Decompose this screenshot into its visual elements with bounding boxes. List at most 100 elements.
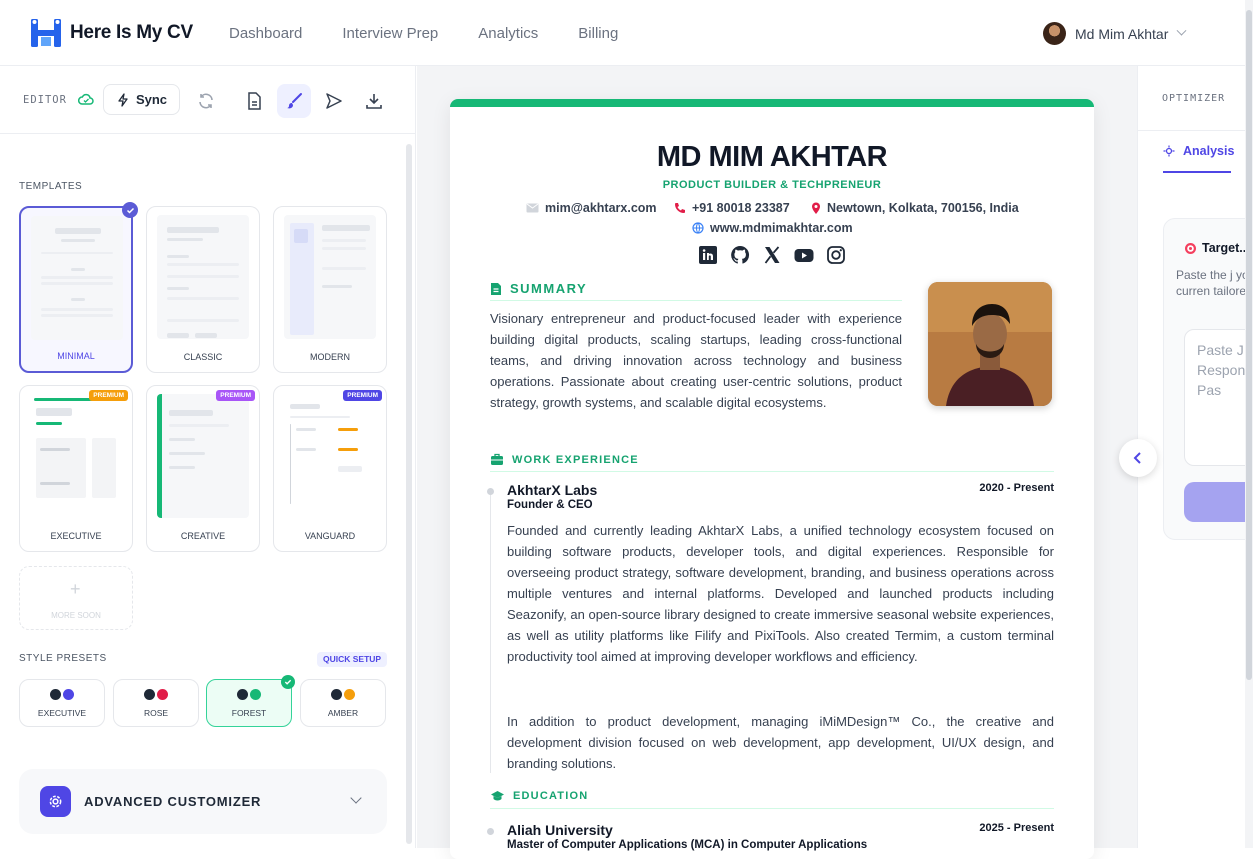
summary-text: Visionary entrepreneur and product-focus…	[490, 311, 902, 410]
quick-setup-button[interactable]: QUICK SETUP	[317, 652, 388, 667]
graduation-cap-icon	[491, 791, 504, 801]
chevron-left-icon	[1133, 452, 1141, 464]
job-role: Founder & CEO	[507, 499, 593, 511]
cv-title: PRODUCT BUILDER & TECHPRENEUR	[662, 179, 882, 191]
user-menu[interactable]: Md Mim Akhtar	[1043, 22, 1187, 45]
sparkle-icon	[1163, 145, 1175, 157]
cv-document: MD MIM AKHTAR PRODUCT BUILDER & TECHPREN…	[450, 99, 1094, 859]
analyze-button[interactable]	[1184, 482, 1245, 522]
premium-badge: PREMIUM	[343, 390, 382, 401]
send-button[interactable]	[317, 84, 351, 118]
tab-analysis-label: Analysis	[1183, 144, 1235, 158]
collapse-optimizer-button[interactable]	[1119, 439, 1157, 477]
website-text: www.mdmimakhtar.com	[710, 221, 853, 235]
phone-icon	[675, 203, 685, 213]
logo-icon	[31, 19, 61, 47]
app-logo[interactable]: Here Is My CV	[30, 17, 193, 49]
editor-toolbar: EDITOR Sync	[0, 66, 416, 134]
work-dates: 2020 - Present	[979, 482, 1054, 494]
summary-heading: SUMMARY	[490, 281, 587, 296]
nav-dashboard[interactable]: Dashboard	[229, 25, 302, 42]
email-text: mim@akhtarx.com	[545, 201, 657, 215]
divider	[490, 471, 1054, 472]
preset-label: FOREST	[231, 708, 267, 718]
summary-heading-text: SUMMARY	[510, 281, 588, 296]
target-job-title: Target...	[1184, 241, 1245, 255]
editor-label: EDITOR	[23, 94, 67, 106]
document-button[interactable]	[237, 84, 271, 118]
tab-analysis[interactable]: Analysis	[1163, 144, 1234, 158]
user-name: Md Mim Akhtar	[1075, 25, 1169, 42]
top-navbar: Here Is My CV Dashboard Interview Prep A…	[0, 0, 1253, 66]
refresh-icon	[199, 93, 213, 109]
education-heading: EDUCATION	[490, 790, 588, 802]
company-name: AkhtarX Labs	[507, 482, 598, 498]
target-icon	[1185, 242, 1196, 254]
instagram-icon[interactable]	[825, 244, 847, 266]
download-icon	[366, 94, 382, 109]
template-vanguard[interactable]: PREMIUM VANGUARD	[273, 385, 387, 552]
school-name: Aliah University	[507, 822, 613, 838]
app-name: Here Is My CV	[70, 22, 193, 43]
preset-amber[interactable]: AMBER	[300, 679, 386, 727]
cv-preview-area: MD MIM AKHTAR PRODUCT BUILDER & TECHPREN…	[417, 66, 1137, 859]
contact-phone[interactable]: +91 80018 23387	[674, 201, 790, 215]
sync-label: Sync	[135, 92, 168, 107]
job-description-input[interactable]: Paste J Respon Pro Pas	[1184, 329, 1245, 466]
template-preview	[31, 216, 123, 340]
sync-button[interactable]: Sync	[103, 84, 180, 115]
location-pin-icon	[812, 202, 820, 214]
location-text: Newtown, Kolkata, 700156, India	[827, 201, 1019, 215]
x-icon[interactable]	[761, 244, 783, 266]
template-label: MODERN	[310, 352, 350, 362]
template-executive[interactable]: PREMIUM EXECUTIVE	[19, 385, 133, 552]
template-label: EXECUTIVE	[50, 531, 102, 541]
advanced-customizer[interactable]: ADVANCED CUSTOMIZER	[19, 769, 387, 834]
design-button[interactable]	[277, 84, 311, 118]
nav-interview-prep[interactable]: Interview Prep	[342, 25, 438, 42]
youtube-icon[interactable]	[793, 244, 815, 266]
preset-rose[interactable]: ROSE	[113, 679, 199, 727]
download-button[interactable]	[357, 84, 391, 118]
advanced-customizer-title: ADVANCED CUSTOMIZER	[84, 794, 262, 809]
page-scrollbar[interactable]	[1245, 0, 1253, 848]
template-preview	[30, 394, 122, 518]
work-description-2: In addition to product development, mana…	[507, 714, 1054, 771]
accent-stripe	[450, 99, 1094, 107]
template-label: MINIMAL	[57, 351, 95, 361]
refresh-button[interactable]	[189, 84, 223, 118]
style-presets-title: STYLE PRESETS	[19, 653, 107, 664]
active-tab-indicator	[1163, 171, 1231, 173]
editor-panel: EDITOR Sync TEMPLATES MINIMAL CLASSIC MO…	[0, 66, 416, 848]
linkedin-icon[interactable]	[697, 244, 719, 266]
template-classic[interactable]: CLASSIC	[146, 206, 260, 373]
nav-billing[interactable]: Billing	[578, 25, 618, 42]
lightning-icon	[118, 92, 128, 107]
social-links	[697, 244, 857, 266]
contact-email[interactable]: mim@akhtarx.com	[526, 201, 657, 215]
work-experience-heading: WORK EXPERIENCE	[490, 453, 639, 466]
divider	[490, 300, 902, 301]
nav-analytics[interactable]: Analytics	[478, 25, 538, 42]
settings-icon	[40, 786, 71, 817]
preset-executive[interactable]: EXECUTIVE	[19, 679, 105, 727]
timeline-line	[490, 491, 491, 773]
template-minimal[interactable]: MINIMAL	[19, 202, 138, 373]
optimizer-label: OPTIMIZER	[1162, 93, 1226, 104]
phone-text: +91 80018 23387	[692, 201, 790, 215]
target-job-description: Paste the j your curren tailored su	[1176, 268, 1245, 298]
premium-badge: PREMIUM	[89, 390, 128, 401]
template-label: CLASSIC	[183, 352, 223, 362]
contact-website[interactable]: www.mdmimakhtar.com	[692, 221, 853, 235]
github-icon[interactable]	[729, 244, 751, 266]
preset-label: ROSE	[143, 708, 169, 718]
template-creative[interactable]: PREMIUM CREATIVE	[146, 385, 260, 552]
template-label: CREATIVE	[180, 531, 226, 541]
plus-icon: +	[70, 579, 81, 599]
more-soon-label: MORE SOON	[51, 611, 101, 620]
globe-icon	[692, 222, 704, 234]
template-preview	[157, 394, 249, 518]
scrollbar[interactable]	[406, 144, 412, 844]
preset-forest[interactable]: FOREST	[206, 675, 295, 727]
template-modern[interactable]: MODERN	[273, 206, 387, 373]
